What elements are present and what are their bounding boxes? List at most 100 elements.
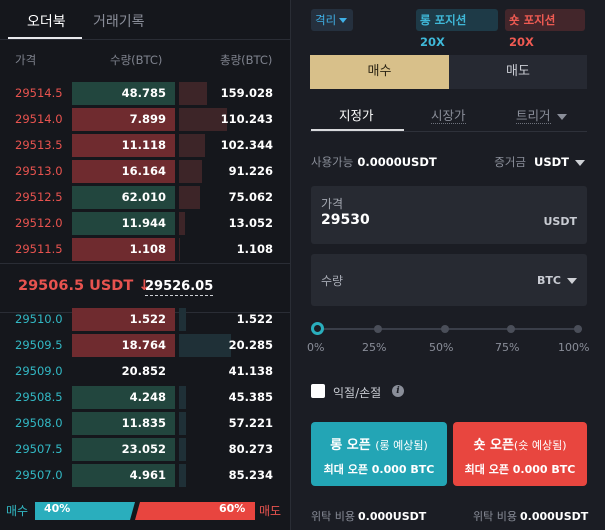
ask-row[interactable]: 29512.5 62.010 75.062 bbox=[0, 185, 290, 211]
quantity-unit-select[interactable]: BTC bbox=[537, 274, 577, 287]
row-quantity: 1.108 bbox=[129, 242, 166, 256]
long-fee: 위탁 비용 0.000USDT bbox=[311, 508, 426, 524]
quantity-input-label: 수량 bbox=[321, 274, 344, 288]
ask-row[interactable]: 29512.0 11.944 13.052 bbox=[0, 211, 290, 237]
slider-label-0: 0% bbox=[307, 341, 325, 354]
open-long-max: 최대 오픈 0.000 BTC bbox=[311, 461, 447, 477]
row-total: 85.234 bbox=[228, 468, 273, 482]
row-price: 29509.0 bbox=[15, 364, 63, 378]
depth-bar bbox=[179, 212, 185, 235]
slider-handle[interactable] bbox=[311, 322, 324, 335]
tab-trade-history[interactable]: 거래기록 bbox=[93, 11, 145, 31]
row-quantity: 1.522 bbox=[129, 312, 166, 326]
depth-bar bbox=[179, 438, 186, 461]
depth-bar bbox=[179, 334, 231, 357]
side-tab-buy[interactable]: 매수 bbox=[310, 55, 449, 89]
ask-row[interactable]: 29513.0 16.164 91.226 bbox=[0, 159, 290, 185]
open-long-button[interactable]: 롱 오픈 (롱 예상됨) 최대 오픈 0.000 BTC bbox=[311, 422, 447, 486]
row-quantity: 4.961 bbox=[129, 468, 166, 482]
slider-step-75[interactable] bbox=[507, 325, 515, 333]
slider-step-100[interactable] bbox=[574, 325, 582, 333]
margin-currency-select[interactable]: 증거금 USDT bbox=[494, 154, 585, 170]
ask-row[interactable]: 29511.5 1.108 1.108 bbox=[0, 237, 290, 263]
order-type-trigger[interactable]: 트리거 bbox=[516, 105, 567, 124]
last-price: 29506.5 USDT ↓ bbox=[18, 278, 151, 294]
row-price: 29512.5 bbox=[15, 190, 63, 204]
tab-orderbook[interactable]: 오더북 bbox=[27, 11, 66, 31]
long-fee-value: 0.000USDT bbox=[357, 510, 427, 523]
bid-row[interactable]: 29510.0 1.522 1.522 bbox=[0, 307, 290, 333]
ask-row[interactable]: 29513.5 11.118 102.344 bbox=[0, 133, 290, 159]
ask-row[interactable]: 29514.5 48.785 159.028 bbox=[0, 81, 290, 107]
depth-bar bbox=[179, 238, 180, 261]
row-quantity: 16.164 bbox=[121, 164, 166, 178]
row-price: 29513.0 bbox=[15, 164, 63, 178]
open-short-max-label: 최대 오픈 bbox=[464, 463, 509, 476]
row-total: 102.344 bbox=[220, 138, 273, 152]
bid-row[interactable]: 29509.5 18.764 20.285 bbox=[0, 333, 290, 359]
row-total: 159.028 bbox=[220, 86, 273, 100]
available-label: 사용가능 bbox=[311, 155, 354, 169]
long-leverage-button[interactable]: 롱 포지션 20X bbox=[416, 9, 498, 49]
row-total: 1.522 bbox=[236, 312, 273, 326]
order-type-limit[interactable]: 지정가 bbox=[339, 105, 374, 124]
bid-row[interactable]: 29507.5 23.052 80.273 bbox=[0, 437, 290, 463]
row-quantity: 4.248 bbox=[129, 390, 166, 404]
bid-row[interactable]: 29508.0 11.835 57.221 bbox=[0, 411, 290, 437]
tpsl-checkbox[interactable] bbox=[311, 384, 325, 398]
buy-sell-ratio: 매수 40% 60% 매도 bbox=[0, 500, 290, 522]
row-total: 110.243 bbox=[220, 112, 273, 126]
margin-mode-select[interactable]: 격리 bbox=[311, 9, 353, 31]
open-long-title: 롱 오픈 (롱 예상됨) bbox=[311, 434, 447, 453]
row-price: 29507.0 bbox=[15, 468, 63, 482]
quantity-percent-slider[interactable]: 0% 25% 50% 75% 100% bbox=[307, 320, 590, 360]
margin-mode-label: 격리 bbox=[315, 13, 337, 27]
depth-bar bbox=[179, 134, 205, 157]
depth-bar bbox=[179, 82, 207, 105]
short-fee-value: 0.000USDT bbox=[519, 510, 589, 523]
row-price: 29508.5 bbox=[15, 390, 63, 404]
price-input-unit: USDT bbox=[543, 215, 578, 228]
open-short-title: 숏 오픈(숏 예상됨) bbox=[453, 434, 587, 453]
depth-bar bbox=[179, 160, 202, 183]
bid-row[interactable]: 29508.5 4.248 45.385 bbox=[0, 385, 290, 411]
order-type-market[interactable]: 시장가 bbox=[431, 105, 466, 124]
depth-bar bbox=[179, 308, 186, 331]
slider-label-75: 75% bbox=[495, 341, 520, 354]
open-long-label: 롱 오픈 bbox=[330, 438, 371, 453]
row-price: 29509.5 bbox=[15, 338, 63, 352]
open-long-hint: (롱 예상됨) bbox=[375, 439, 428, 452]
row-quantity: 11.118 bbox=[121, 138, 166, 152]
slider-label-25: 25% bbox=[362, 341, 387, 354]
mark-price[interactable]: 29526.05 bbox=[145, 279, 214, 296]
short-fee-label: 위탁 비용 bbox=[473, 510, 517, 523]
depth-bar bbox=[179, 386, 186, 409]
bid-row[interactable]: 29509.0 20.852 41.138 bbox=[0, 359, 290, 385]
info-icon[interactable]: i bbox=[392, 385, 404, 397]
bid-row[interactable]: 29507.0 4.961 85.234 bbox=[0, 463, 290, 489]
open-long-max-value: 0.000 BTC bbox=[371, 463, 435, 476]
side-tab-sell[interactable]: 매도 bbox=[449, 55, 587, 89]
available-balance: 사용가능 0.0000USDT bbox=[311, 154, 437, 170]
quantity-input[interactable]: 수량 BTC bbox=[311, 254, 587, 306]
row-quantity: 11.944 bbox=[121, 216, 166, 230]
short-leverage-button[interactable]: 숏 포지션 20X bbox=[505, 9, 585, 49]
row-price: 29510.0 bbox=[15, 312, 63, 326]
open-short-hint: (숏 예상됨) bbox=[513, 439, 567, 452]
ratio-sell-percent: 60% bbox=[219, 502, 246, 515]
open-short-button[interactable]: 숏 오픈(숏 예상됨) 최대 오픈 0.000 BTC bbox=[453, 422, 587, 486]
chevron-down-icon bbox=[556, 113, 567, 120]
row-price: 29513.5 bbox=[15, 138, 63, 152]
header-price: 가격 bbox=[15, 53, 37, 67]
row-total: 41.138 bbox=[228, 364, 273, 378]
order-type-divider bbox=[310, 131, 587, 132]
orderbook-tabs: 오더북 거래기록 bbox=[0, 0, 290, 40]
slider-step-50[interactable] bbox=[441, 325, 449, 333]
ratio-sell-label: 매도 bbox=[259, 504, 282, 518]
slider-label-100: 100% bbox=[558, 341, 590, 354]
ask-row[interactable]: 29514.0 7.899 110.243 bbox=[0, 107, 290, 133]
margin-label: 증거금 bbox=[494, 155, 526, 169]
price-input[interactable]: 가격 29530 USDT bbox=[311, 186, 587, 244]
row-quantity: 23.052 bbox=[121, 442, 166, 456]
slider-step-25[interactable] bbox=[374, 325, 382, 333]
